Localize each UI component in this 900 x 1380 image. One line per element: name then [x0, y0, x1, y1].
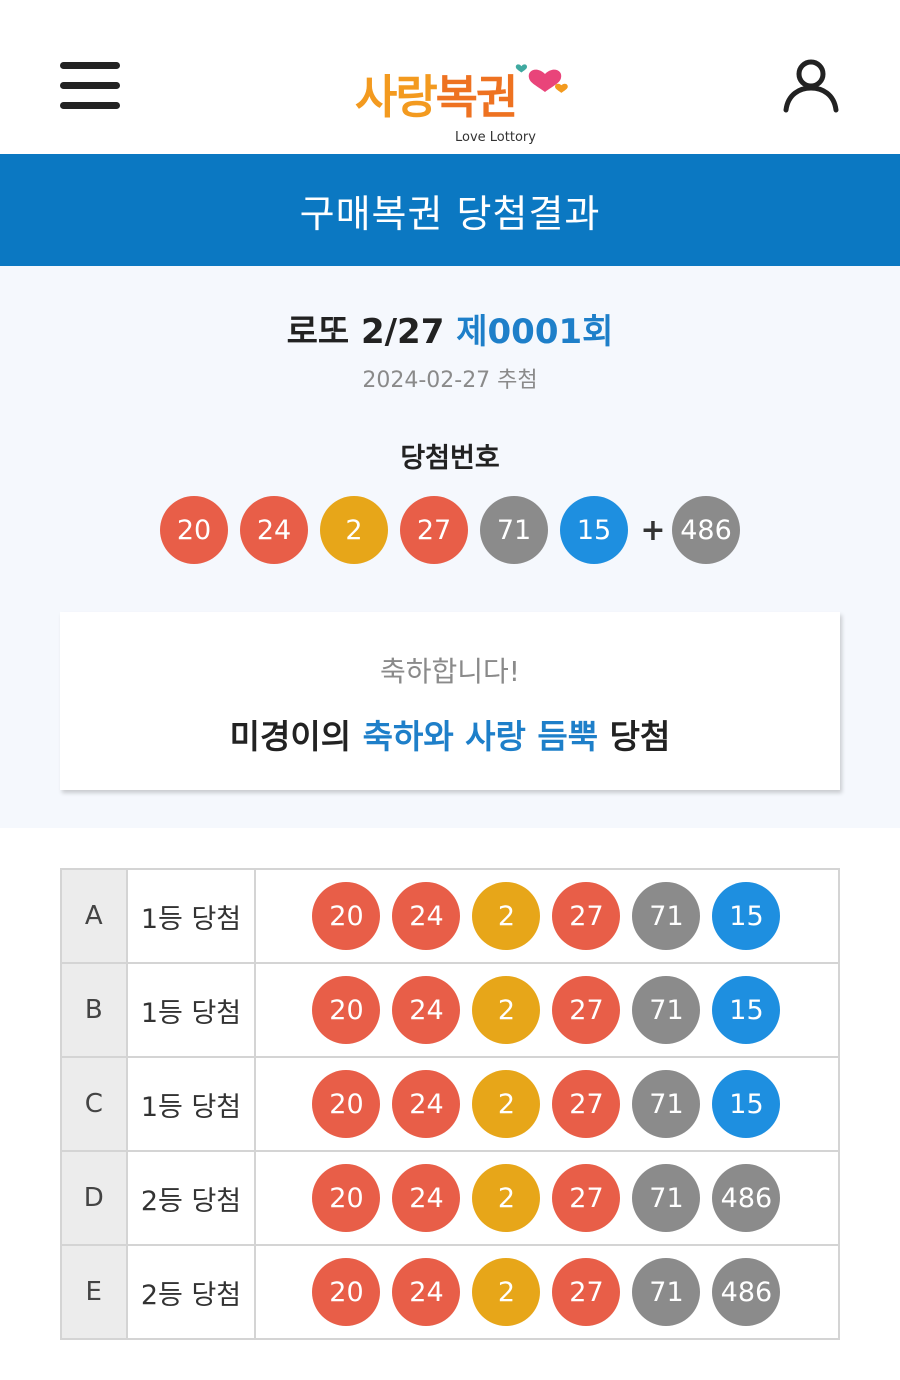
result-row: C 1등 당첨 20 24 2 27 71 15 — [60, 1056, 840, 1152]
result-ball: 486 — [712, 1258, 781, 1326]
result-balls: 20 24 2 27 71 15 — [254, 1056, 840, 1152]
winning-ball: 71 — [480, 496, 548, 564]
congrats-message: 미경이의 축하와 사랑 듬뿍 당첨 — [60, 710, 840, 758]
result-ball: 27 — [552, 976, 621, 1044]
result-row: B 1등 당첨 20 24 2 27 71 15 — [60, 962, 840, 1058]
user-profile-icon[interactable] — [778, 56, 844, 114]
congrats-msg-highlight: 축하와 사랑 듬뿍 — [362, 717, 599, 756]
page-title-bar: 구매복권 당첨결과 — [0, 154, 900, 266]
result-ball: 2 — [472, 882, 541, 950]
winning-ball: 27 — [400, 496, 468, 564]
hearts-icon — [515, 52, 585, 112]
result-ball: 24 — [392, 976, 461, 1044]
result-rank: 1등 당첨 — [125, 868, 257, 964]
result-id: D — [60, 1150, 128, 1246]
result-ball: 24 — [392, 882, 461, 950]
result-ball: 71 — [632, 1258, 701, 1326]
result-balls: 20 24 2 27 71 15 — [254, 962, 840, 1058]
page-title: 구매복권 당첨결과 — [299, 191, 601, 236]
congrats-subtitle: 축하합니다! — [379, 655, 521, 688]
bonus-ball: 486 — [672, 496, 740, 564]
result-id: E — [60, 1244, 128, 1340]
result-balls: 20 24 2 27 71 486 — [254, 1244, 840, 1340]
result-ball: 27 — [552, 1164, 621, 1232]
result-ball: 27 — [552, 1070, 621, 1138]
draw-round: 제0001회 — [456, 312, 614, 352]
winning-ball: 20 — [160, 496, 228, 564]
result-ball: 2 — [472, 1164, 541, 1232]
result-rank: 2등 당첨 — [125, 1244, 257, 1340]
result-ball: 2 — [472, 1070, 541, 1138]
plus-sign: + — [640, 512, 666, 548]
result-rank: 2등 당첨 — [125, 1150, 257, 1246]
result-balls: 20 24 2 27 71 486 — [254, 1150, 840, 1246]
result-ball: 2 — [472, 1258, 541, 1326]
result-row: A 1등 당첨 20 24 2 27 71 15 — [60, 868, 840, 964]
result-ball: 20 — [312, 1070, 381, 1138]
winning-numbers-label: 당첨번호 — [400, 443, 500, 474]
result-ball: 24 — [392, 1164, 461, 1232]
draw-summary: 로또 2/27 제0001회 2024-02-27 추첨 당첨번호 20 24 … — [0, 266, 900, 828]
result-ball: 71 — [632, 1164, 701, 1232]
result-ball: 2 — [472, 976, 541, 1044]
winning-ball: 24 — [240, 496, 308, 564]
congrats-msg-part2: 당첨 — [609, 717, 671, 756]
result-id: B — [60, 962, 128, 1058]
winning-numbers: 20 24 2 27 71 15 + 486 — [160, 496, 752, 564]
result-ball: 486 — [712, 1164, 781, 1232]
winning-ball: 15 — [560, 496, 628, 564]
congrats-card: 축하합니다! 미경이의 축하와 사랑 듬뿍 당첨 — [60, 612, 840, 790]
draw-title: 로또 2/27 제0001회 — [0, 304, 900, 353]
logo-subtitle: Love Lottory — [455, 130, 536, 145]
result-ball: 20 — [312, 1258, 381, 1326]
result-ball: 71 — [632, 882, 701, 950]
game-name: 로또 2/27 — [286, 312, 445, 352]
congrats-msg-part1: 미경이의 — [229, 717, 352, 756]
love-lottery-logo[interactable]: 사랑복권 Love Lottory — [355, 52, 585, 152]
result-ball: 15 — [712, 882, 781, 950]
hamburger-menu-icon[interactable] — [60, 60, 122, 112]
result-ball: 20 — [312, 882, 381, 950]
winning-ball: 2 — [320, 496, 388, 564]
result-ball: 27 — [552, 882, 621, 950]
result-ball: 24 — [392, 1070, 461, 1138]
result-id: A — [60, 868, 128, 964]
result-ball: 27 — [552, 1258, 621, 1326]
result-ball: 24 — [392, 1258, 461, 1326]
result-ball: 20 — [312, 1164, 381, 1232]
result-ball: 15 — [712, 976, 781, 1044]
app-header: 사랑복권 Love Lottory — [0, 0, 900, 154]
result-id: C — [60, 1056, 128, 1152]
result-ball: 15 — [712, 1070, 781, 1138]
result-row: D 2등 당첨 20 24 2 27 71 486 — [60, 1150, 840, 1246]
draw-date: 2024-02-27 추첨 — [362, 368, 538, 393]
result-ball: 20 — [312, 976, 381, 1044]
result-row: E 2등 당첨 20 24 2 27 71 486 — [60, 1244, 840, 1340]
result-ball: 71 — [632, 976, 701, 1044]
logo-title: 사랑복권 — [355, 70, 518, 124]
result-balls: 20 24 2 27 71 15 — [254, 868, 840, 964]
results-table: A 1등 당첨 20 24 2 27 71 15 B 1등 당첨 20 24 2 27 71 15 C 1등 당첨… — [60, 868, 840, 1340]
result-rank: 1등 당첨 — [125, 1056, 257, 1152]
result-rank: 1등 당첨 — [125, 962, 257, 1058]
result-ball: 71 — [632, 1070, 701, 1138]
